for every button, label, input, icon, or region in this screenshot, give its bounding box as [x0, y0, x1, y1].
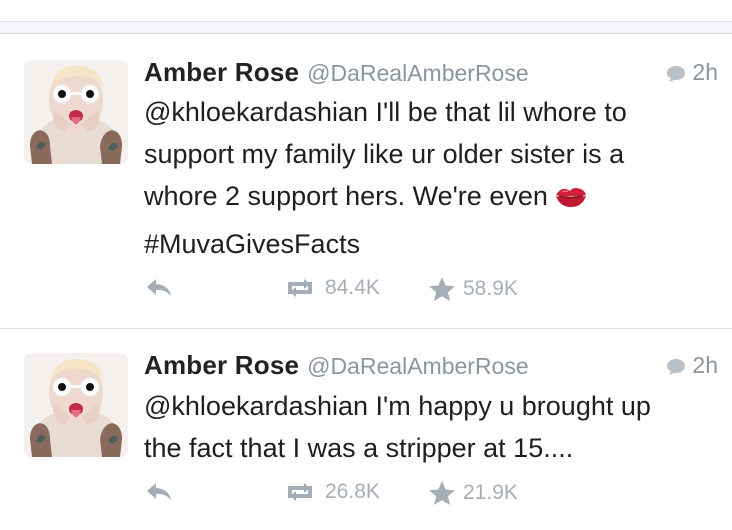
retweet-button[interactable]: 26.8K	[282, 480, 380, 504]
tweet-card[interactable]: Amber Rose @DaRealAmberRose 2h @khloekard…	[0, 35, 732, 329]
tweet-text-line: @khloekardashian I'm happy u brought up	[144, 391, 651, 421]
hashtag[interactable]: #MuvaGivesFacts	[144, 223, 719, 265]
top-bar	[0, 0, 732, 22]
conversation-bubble-icon	[667, 66, 686, 82]
tweet-text-line: the fact that I was a stripper at 15....	[144, 433, 574, 463]
retweet-icon	[288, 483, 312, 501]
reply-icon	[147, 483, 171, 500]
avatar[interactable]	[24, 353, 128, 457]
tweet-text-line: whore 2 support hers. We're even	[144, 175, 719, 223]
avatar-image	[24, 353, 128, 457]
tweet-header: Amber Rose @DaRealAmberRose 2h	[144, 350, 718, 380]
tweet-text-fragment: whore 2 support hers. We're even	[144, 181, 548, 211]
tweet-text-line: @khloekardashian I'll be that lil whore …	[144, 97, 627, 127]
star-icon	[429, 277, 455, 301]
timeline-gap	[0, 22, 732, 34]
user-handle[interactable]: @DaRealAmberRose	[307, 353, 529, 379]
tweet-actions: 84.4K 58.9K	[144, 276, 564, 306]
favorite-count: 21.9K	[463, 481, 518, 504]
favorite-button[interactable]: 58.9K	[428, 276, 518, 302]
display-name[interactable]: Amber Rose	[144, 57, 299, 87]
avatar-image	[24, 60, 128, 164]
reply-button[interactable]	[144, 276, 181, 298]
tweet-text-line: support my family like ur older sister i…	[144, 139, 625, 169]
tweet-time: 2h	[666, 59, 718, 86]
kiss-mark-icon	[554, 181, 588, 223]
retweet-button[interactable]: 84.4K	[282, 276, 380, 300]
tweet-text: @khloekardashian I'm happy u brought up …	[144, 385, 719, 469]
tweet-text: @khloekardashian I'll be that lil whore …	[144, 91, 719, 265]
display-name[interactable]: Amber Rose	[144, 350, 299, 380]
timestamp: 2h	[692, 352, 718, 378]
reply-icon	[147, 279, 171, 296]
tweet-time: 2h	[666, 352, 718, 379]
timestamp: 2h	[692, 59, 718, 85]
retweet-count: 26.8K	[325, 480, 380, 503]
tweet-header: Amber Rose @DaRealAmberRose 2h	[144, 57, 718, 87]
reply-button[interactable]	[144, 480, 181, 502]
conversation-bubble-icon	[667, 359, 686, 375]
retweet-icon	[288, 279, 312, 297]
star-icon	[429, 481, 455, 505]
favorite-button[interactable]: 21.9K	[428, 480, 518, 506]
favorite-count: 58.9K	[463, 277, 518, 300]
tweet-actions: 26.8K 21.9K	[144, 480, 564, 510]
avatar[interactable]	[24, 60, 128, 164]
tweet-card[interactable]: Amber Rose @DaRealAmberRose 2h @khloekard…	[0, 330, 732, 530]
user-handle[interactable]: @DaRealAmberRose	[307, 60, 529, 86]
retweet-count: 84.4K	[325, 276, 380, 299]
